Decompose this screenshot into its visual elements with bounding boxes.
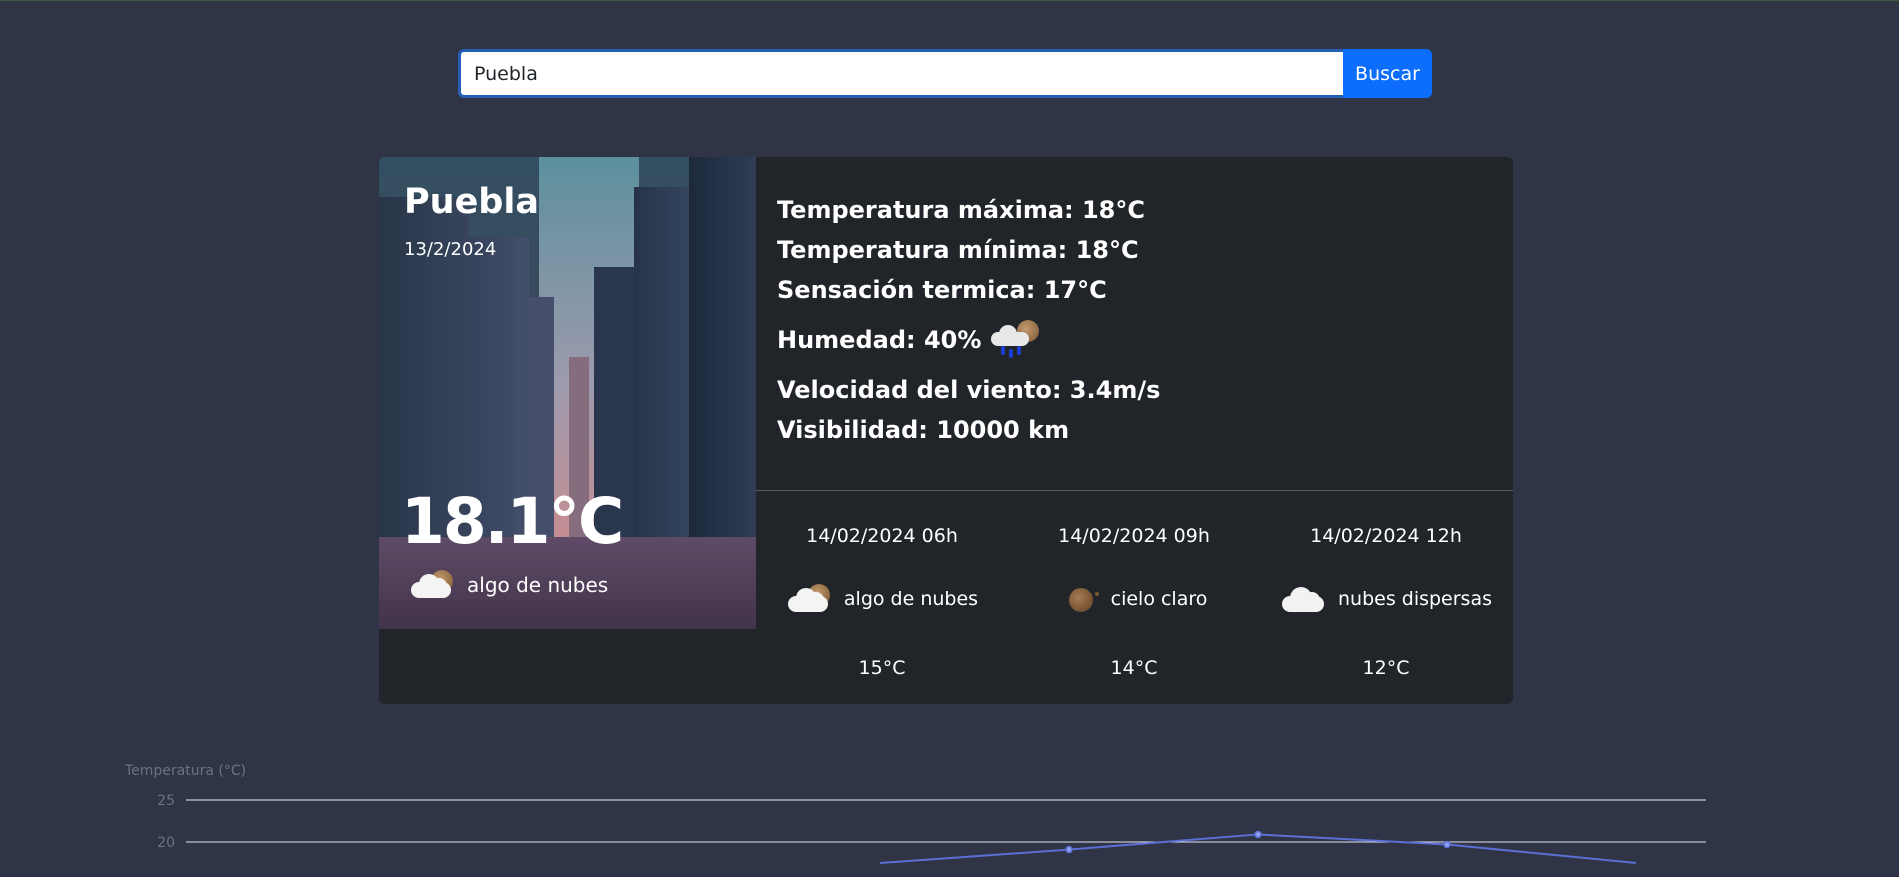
hero-overlay: [379, 157, 756, 629]
forecast-description: cielo claro: [1110, 588, 1208, 610]
humidity: Humedad: 40%: [777, 326, 982, 354]
cloud-sun-icon: [786, 584, 834, 614]
current-date: 13/2/2024: [404, 239, 497, 260]
forecast-temperature: 15°C: [858, 657, 906, 679]
chart-y-tick-label: 20: [157, 835, 175, 851]
wind-speed: Velocidad del viento: 3.4m/s: [777, 376, 1161, 404]
forecast-item: 14/02/2024 09h cielo claro 14°C: [1008, 491, 1260, 704]
max-temperature: Temperatura máxima: 18°C: [777, 196, 1145, 224]
search-bar: Buscar: [458, 49, 1432, 98]
weather-card: Puebla 13/2/2024 18.1°C algo de nubes Te…: [379, 157, 1513, 704]
top-border: [0, 0, 1899, 1]
city-name: Puebla: [404, 182, 539, 222]
forecast-description: algo de nubes: [843, 588, 979, 610]
chart-data-point[interactable]: [1443, 840, 1451, 849]
chart-y-tick-label: 25: [157, 793, 175, 809]
forecast-item: 14/02/2024 06h algo de nubes 15°C: [756, 491, 1008, 704]
search-input[interactable]: [458, 49, 1343, 98]
chart-series-line: [879, 833, 1637, 864]
forecast-datetime: 14/02/2024 09h: [1058, 525, 1210, 547]
forecast-temperature: 14°C: [1110, 657, 1158, 679]
forecast-list: 14/02/2024 06h algo de nubes 15°C 14/02/…: [756, 491, 1513, 704]
forecast-datetime: 14/02/2024 12h: [1310, 525, 1462, 547]
forecast-description: nubes dispersas: [1337, 588, 1492, 610]
search-button[interactable]: Buscar: [1343, 49, 1432, 98]
forecast-condition: nubes dispersas: [1260, 584, 1512, 614]
rain-cloud-icon: [989, 320, 1041, 360]
humidity-row: Humedad: 40%: [777, 318, 1160, 362]
forecast-item: 14/02/2024 12h nubes dispersas 12°C: [1260, 491, 1512, 704]
forecast-temperature: 12°C: [1362, 657, 1410, 679]
current-description: algo de nubes: [467, 573, 609, 597]
cloud-icon: [1280, 584, 1328, 614]
forecast-datetime: 14/02/2024 06h: [806, 525, 958, 547]
weather-details: Temperatura máxima: 18°C Temperatura mín…: [777, 190, 1160, 450]
cloud-sun-icon: [409, 570, 457, 600]
current-temperature: 18.1°C: [401, 485, 624, 558]
sun-icon: [1061, 584, 1101, 614]
chart-data-point[interactable]: [1065, 845, 1073, 854]
min-temperature: Temperatura mínima: 18°C: [777, 236, 1139, 264]
temperature-chart: 25 20: [0, 760, 1899, 877]
forecast-condition: algo de nubes: [756, 584, 1008, 614]
temperature-chart-svg: 25 20: [157, 793, 1706, 864]
current-condition: algo de nubes: [409, 570, 608, 600]
feels-like: Sensación termica: 17°C: [777, 276, 1107, 304]
forecast-condition: cielo claro: [1008, 584, 1260, 614]
visibility: Visibilidad: 10000 km: [777, 416, 1070, 444]
city-hero-image: Puebla 13/2/2024 18.1°C algo de nubes: [379, 157, 756, 629]
chart-data-point[interactable]: [1254, 830, 1262, 839]
